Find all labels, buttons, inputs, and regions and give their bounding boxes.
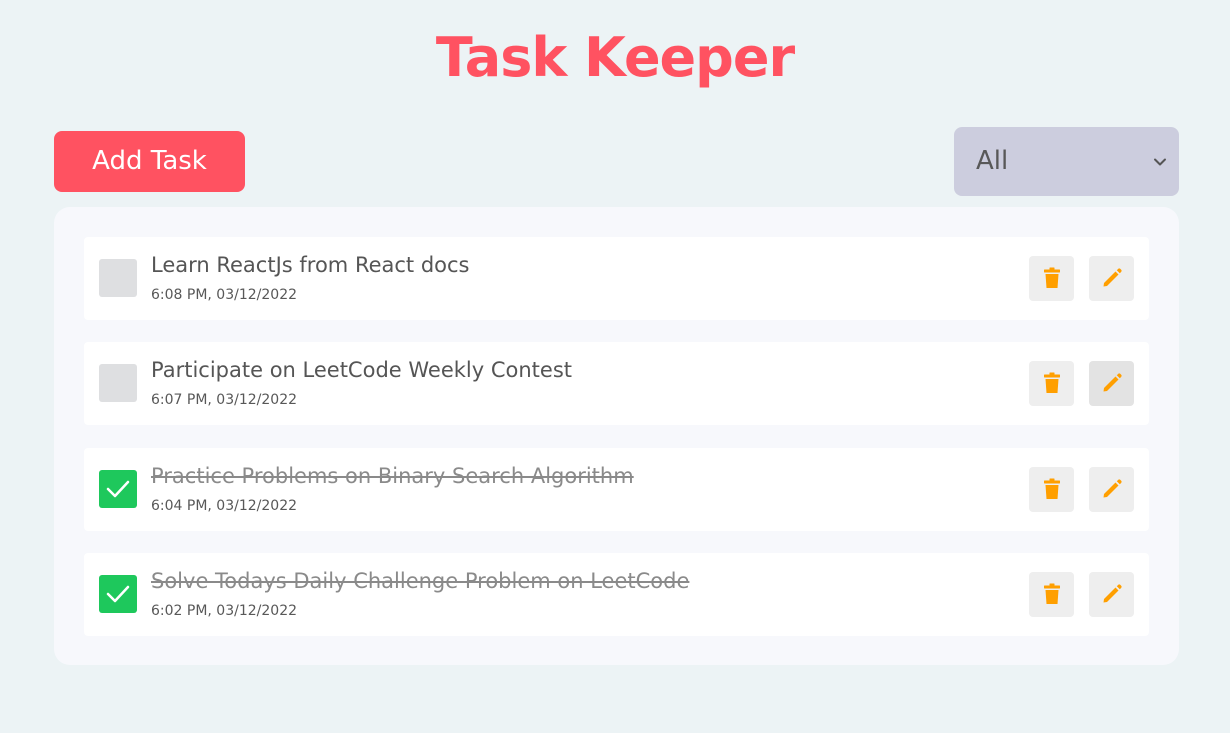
task-item: Practice Problems on Binary Search Algor… — [84, 448, 1149, 531]
edit-task-button[interactable] — [1089, 256, 1134, 301]
pencil-icon — [1103, 268, 1122, 287]
app-title: Task Keeper — [435, 26, 795, 89]
task-title: Practice Problems on Binary Search Algor… — [151, 464, 634, 488]
edit-task-button[interactable] — [1089, 361, 1134, 406]
add-task-button[interactable]: Add Task — [54, 131, 245, 192]
pencil-icon — [1103, 479, 1122, 498]
task-item: Solve Todays Daily Challenge Problem on … — [84, 553, 1149, 636]
delete-task-button[interactable] — [1029, 361, 1074, 406]
chevron-down-icon — [1154, 158, 1166, 166]
trash-icon — [1044, 583, 1060, 604]
trash-icon — [1044, 267, 1060, 288]
trash-icon — [1044, 478, 1060, 499]
task-title: Solve Todays Daily Challenge Problem on … — [151, 569, 690, 593]
trash-icon — [1044, 372, 1060, 393]
filter-select[interactable]: All — [954, 127, 1179, 196]
task-timestamp: 6:02 PM, 03/12/2022 — [151, 603, 298, 619]
task-timestamp: 6:04 PM, 03/12/2022 — [151, 498, 298, 514]
delete-task-button[interactable] — [1029, 572, 1074, 617]
delete-task-button[interactable] — [1029, 256, 1074, 301]
check-icon — [106, 480, 130, 498]
pencil-icon — [1103, 584, 1122, 603]
task-item: Learn ReactJs from React docs 6:08 PM, 0… — [84, 237, 1149, 320]
edit-task-button[interactable] — [1089, 467, 1134, 512]
task-checkbox[interactable] — [99, 470, 137, 508]
filter-selected-value: All — [976, 146, 1009, 176]
task-timestamp: 6:08 PM, 03/12/2022 — [151, 287, 298, 303]
task-checkbox[interactable] — [99, 364, 137, 402]
pencil-icon — [1103, 373, 1122, 392]
check-icon — [106, 585, 130, 603]
task-list: Learn ReactJs from React docs 6:08 PM, 0… — [54, 207, 1179, 665]
task-title: Learn ReactJs from React docs — [151, 253, 470, 277]
task-checkbox[interactable] — [99, 259, 137, 297]
task-checkbox[interactable] — [99, 575, 137, 613]
task-item: Participate on LeetCode Weekly Contest 6… — [84, 342, 1149, 425]
task-title: Participate on LeetCode Weekly Contest — [151, 358, 572, 382]
delete-task-button[interactable] — [1029, 467, 1074, 512]
edit-task-button[interactable] — [1089, 572, 1134, 617]
task-timestamp: 6:07 PM, 03/12/2022 — [151, 392, 298, 408]
